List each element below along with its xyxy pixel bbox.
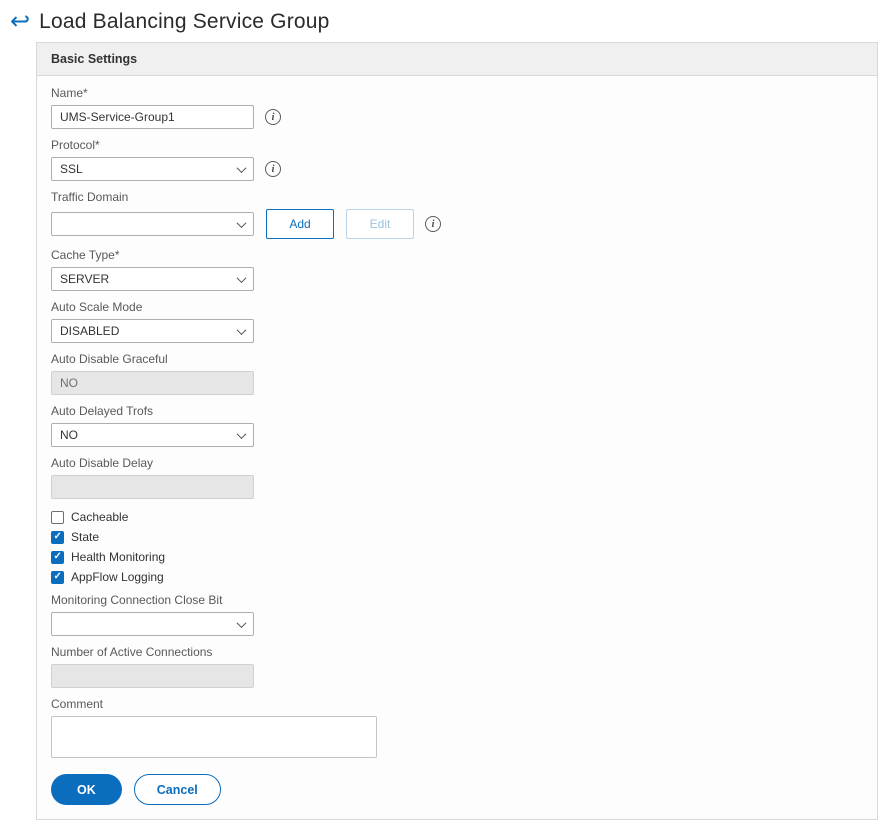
number-of-active-connections-input bbox=[51, 664, 254, 688]
basic-settings-panel: Basic Settings Name* i Protocol* SSL i T… bbox=[36, 42, 878, 820]
panel-header: Basic Settings bbox=[37, 43, 877, 76]
state-checkbox-row[interactable]: State bbox=[51, 528, 863, 546]
field-traffic-domain: Traffic Domain Add Edit i bbox=[51, 190, 863, 239]
cacheable-checkbox-row[interactable]: Cacheable bbox=[51, 508, 863, 526]
checkbox-group: Cacheable State Health Monitoring AppFlo… bbox=[51, 508, 863, 586]
field-auto-disable-graceful: Auto Disable Graceful bbox=[51, 352, 863, 395]
auto-scale-mode-select-value: DISABLED bbox=[60, 324, 120, 338]
health-monitoring-label: Health Monitoring bbox=[71, 550, 166, 564]
edit-button[interactable]: Edit bbox=[346, 209, 414, 239]
panel-body: Name* i Protocol* SSL i Traffic Domain bbox=[37, 76, 877, 819]
field-auto-disable-delay: Auto Disable Delay bbox=[51, 456, 863, 499]
field-auto-scale-mode: Auto Scale Mode DISABLED bbox=[51, 300, 863, 343]
field-cache-type: Cache Type* SERVER bbox=[51, 248, 863, 291]
panel-title: Basic Settings bbox=[51, 52, 138, 66]
ok-button[interactable]: OK bbox=[51, 774, 122, 805]
protocol-select-value: SSL bbox=[60, 162, 83, 176]
appflow-logging-label: AppFlow Logging bbox=[71, 570, 164, 584]
info-icon[interactable]: i bbox=[265, 161, 281, 177]
state-checkbox[interactable] bbox=[51, 530, 64, 544]
health-monitoring-checkbox[interactable] bbox=[51, 550, 64, 564]
field-name: Name* i bbox=[51, 86, 863, 129]
back-arrow-icon[interactable]: ↩ bbox=[10, 10, 30, 34]
form-footer: OK Cancel bbox=[51, 774, 863, 813]
chevron-down-icon bbox=[236, 272, 247, 283]
page-header: ↩ Load Balancing Service Group bbox=[0, 0, 878, 42]
comment-label: Comment bbox=[51, 697, 104, 711]
protocol-label: Protocol* bbox=[51, 138, 100, 152]
cacheable-checkbox[interactable] bbox=[51, 510, 64, 524]
field-monitoring-connection-close-bit: Monitoring Connection Close Bit bbox=[51, 593, 863, 636]
protocol-select[interactable]: SSL bbox=[51, 157, 254, 181]
chevron-down-icon bbox=[236, 324, 247, 335]
cacheable-label: Cacheable bbox=[71, 510, 129, 524]
auto-disable-graceful-label: Auto Disable Graceful bbox=[51, 352, 168, 366]
auto-delayed-trofs-select[interactable]: NO bbox=[51, 423, 254, 447]
chevron-down-icon bbox=[236, 428, 247, 439]
comment-textarea[interactable] bbox=[51, 716, 377, 758]
appflow-logging-checkbox[interactable] bbox=[51, 570, 64, 584]
add-button[interactable]: Add bbox=[266, 209, 334, 239]
field-protocol: Protocol* SSL i bbox=[51, 138, 863, 181]
monitoring-connection-close-bit-label: Monitoring Connection Close Bit bbox=[51, 593, 223, 607]
cache-type-label: Cache Type* bbox=[51, 248, 120, 262]
auto-disable-delay-label: Auto Disable Delay bbox=[51, 456, 154, 470]
info-icon[interactable]: i bbox=[425, 216, 441, 232]
field-number-of-active-connections: Number of Active Connections bbox=[51, 645, 863, 688]
state-label: State bbox=[71, 530, 100, 544]
info-icon[interactable]: i bbox=[265, 109, 281, 125]
traffic-domain-label: Traffic Domain bbox=[51, 190, 129, 204]
auto-disable-graceful-input bbox=[51, 371, 254, 395]
auto-delayed-trofs-label: Auto Delayed Trofs bbox=[51, 404, 154, 418]
name-input[interactable] bbox=[51, 105, 254, 129]
auto-scale-mode-label: Auto Scale Mode bbox=[51, 300, 143, 314]
cancel-button[interactable]: Cancel bbox=[133, 774, 221, 805]
auto-delayed-trofs-select-value: NO bbox=[60, 428, 78, 442]
monitoring-connection-close-bit-select[interactable] bbox=[51, 612, 254, 636]
health-monitoring-checkbox-row[interactable]: Health Monitoring bbox=[51, 548, 863, 566]
page-title: Load Balancing Service Group bbox=[39, 10, 330, 33]
field-comment: Comment bbox=[51, 697, 863, 758]
appflow-logging-checkbox-row[interactable]: AppFlow Logging bbox=[51, 568, 863, 586]
auto-disable-delay-input bbox=[51, 475, 254, 499]
auto-scale-mode-select[interactable]: DISABLED bbox=[51, 319, 254, 343]
traffic-domain-select[interactable] bbox=[51, 212, 254, 236]
cache-type-select-value: SERVER bbox=[60, 272, 110, 286]
field-auto-delayed-trofs: Auto Delayed Trofs NO bbox=[51, 404, 863, 447]
chevron-down-icon bbox=[236, 217, 247, 228]
number-of-active-connections-label: Number of Active Connections bbox=[51, 645, 213, 659]
chevron-down-icon bbox=[236, 617, 247, 628]
cache-type-select[interactable]: SERVER bbox=[51, 267, 254, 291]
name-label: Name* bbox=[51, 86, 88, 100]
chevron-down-icon bbox=[236, 162, 247, 173]
